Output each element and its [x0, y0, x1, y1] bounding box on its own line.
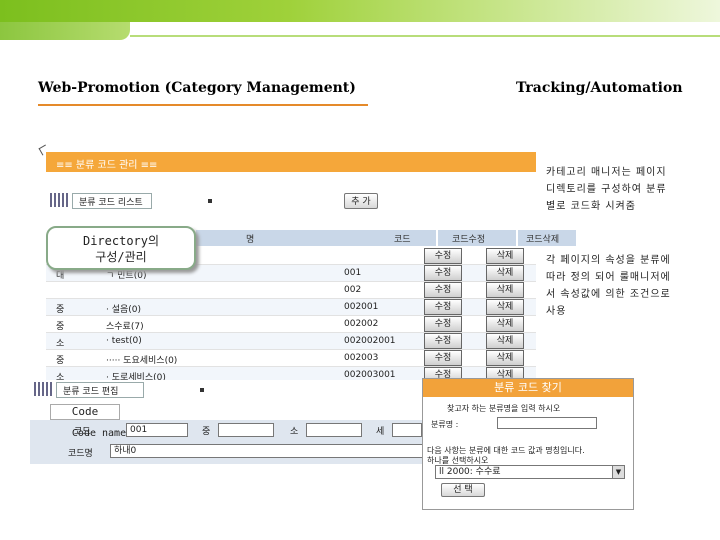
- column-code-label: 코드: [394, 235, 411, 245]
- table-row: 002 수정 삭제: [46, 282, 536, 299]
- delete-code-button[interactable]: 삭제: [486, 333, 524, 349]
- code-name-callout: Code name: [71, 428, 127, 439]
- side-note-1: 카테고리 매니저는 페이지 디렉토리를 구성하여 분류 별로 코드화 시켜줌: [546, 164, 706, 215]
- popup-field-label: 분류명 :: [431, 420, 459, 429]
- edit-dots-icon: [34, 382, 54, 396]
- edit-code-button[interactable]: 수정: [424, 316, 462, 332]
- edit-code-button[interactable]: 수정: [424, 333, 462, 349]
- delete-code-button[interactable]: 삭제: [486, 350, 524, 366]
- row-code: 002003001: [344, 370, 396, 380]
- row-name: · test(0): [106, 336, 142, 346]
- bullet-icon: [208, 199, 212, 203]
- delete-code-button[interactable]: 삭제: [486, 265, 524, 281]
- column-header-name: 명: [196, 230, 376, 246]
- mid-field-label: 중: [202, 427, 211, 437]
- row-code: 002002001: [344, 336, 396, 346]
- code-name-input[interactable]: 하내0: [110, 444, 440, 458]
- directory-callout: Directory의 구성/관리: [46, 226, 196, 270]
- add-button[interactable]: 추 가: [344, 193, 378, 209]
- edit-bullet-icon: [200, 388, 204, 392]
- edit-section-label: 분류 코드 편집: [56, 382, 144, 398]
- left-title-text: Web-Promotion (Category Management): [38, 80, 356, 96]
- side-note-1-line: 별로 코드화 시켜줌: [546, 201, 636, 212]
- fine-field-label: 세: [376, 427, 385, 437]
- side-note-2-line: 따라 정의 되어 룰매니저에: [546, 272, 671, 283]
- popup-code-select[interactable]: ll 2000: 수수료 ▼: [435, 465, 625, 479]
- side-note-2: 각 페이지의 속성을 분류에 따라 정의 되어 룰매니저에 서 속성값에 의한 …: [546, 252, 706, 320]
- delete-code-button[interactable]: 삭제: [486, 248, 524, 264]
- table-row: 중 스수료(7) 002002 수정 삭제: [46, 316, 536, 333]
- table-row: 중 ····· 도요세비스(0) 002003 수정 삭제: [46, 350, 536, 367]
- panel-bar-title: ≡≡ 분류 코드 관리 ≡≡: [56, 160, 158, 171]
- edit-code-button[interactable]: 수정: [424, 248, 462, 264]
- directory-callout-text: Directory의 구성/관리: [82, 234, 160, 264]
- delete-code-button[interactable]: 삭제: [486, 316, 524, 332]
- popup-instruction: 찾고자 하는 분류명을 입력 하시오: [447, 404, 561, 413]
- page-title-left: Web-Promotion (Category Management): [38, 80, 368, 106]
- side-note-2-line: 사용: [546, 306, 567, 317]
- fine-code-input[interactable]: [392, 423, 422, 437]
- list-dots-icon: [50, 193, 70, 207]
- popup-select-button[interactable]: 선 택: [441, 483, 485, 497]
- delete-code-button[interactable]: 삭제: [486, 299, 524, 315]
- small-field-label: 소: [290, 427, 299, 437]
- popup-select-value: ll 2000: 수수료: [439, 467, 501, 477]
- row-code: 002003: [344, 353, 379, 363]
- right-title-text: Tracking/Automation: [516, 80, 683, 96]
- column-header-code: 코드: [376, 230, 436, 246]
- list-section-label: 분류 코드 리스트: [72, 193, 152, 209]
- row-level: 중: [56, 305, 65, 315]
- row-level: 중: [56, 322, 65, 332]
- edit-code-button[interactable]: 수정: [424, 282, 462, 298]
- side-note-2-line: 서 속성값에 의한 조건으로: [546, 289, 671, 300]
- row-code: 002002: [344, 319, 379, 329]
- column-name-label: 명: [246, 235, 255, 245]
- edit-code-button[interactable]: 수정: [424, 299, 462, 315]
- mid-code-input[interactable]: [218, 423, 274, 437]
- banner-divider: [130, 35, 720, 37]
- edit-code-button[interactable]: 수정: [424, 265, 462, 281]
- chevron-down-icon[interactable]: ▼: [612, 466, 624, 478]
- side-note-2-line: 각 페이지의 속성을 분류에: [546, 255, 671, 266]
- code-search-popup: 분류 코드 찾기 찾고자 하는 분류명을 입력 하시오 분류명 : 다음 사항는…: [422, 378, 634, 510]
- column-delete-label: 코드삭제: [526, 235, 560, 245]
- name-field-label: 코드명: [68, 449, 93, 459]
- popup-title: 분류 코드 찾기: [423, 379, 633, 397]
- row-code: 002001: [344, 302, 379, 312]
- top-banner: [0, 0, 720, 22]
- delete-code-button[interactable]: 삭제: [486, 282, 524, 298]
- page-title-right: Tracking/Automation: [516, 80, 694, 106]
- row-code: 002: [344, 285, 362, 295]
- row-code: 001: [344, 268, 362, 278]
- edit-form: 코드 001 중 소 세 코드명 하내0: [30, 420, 460, 464]
- small-code-input[interactable]: [306, 423, 362, 437]
- row-name: ····· 도요세비스(0): [106, 356, 178, 366]
- code-callout: Code: [50, 404, 120, 420]
- column-edit-label: 코드수정: [452, 235, 486, 245]
- side-note-1-line: 카테고리 매니저는 페이지: [546, 167, 667, 178]
- side-note-1-line: 디렉토리를 구성하여 분류: [546, 184, 667, 195]
- column-header-delete: 코드삭제: [518, 230, 576, 246]
- column-header-edit: 코드수정: [438, 230, 516, 246]
- edit-code-button[interactable]: 수정: [424, 350, 462, 366]
- row-name: 스수료(7): [106, 322, 144, 332]
- row-level: 소: [56, 339, 65, 349]
- category-panel-bar: ≡≡ 분류 코드 관리 ≡≡: [46, 152, 536, 172]
- table-row: 소 · test(0) 002002001 수정 삭제: [46, 333, 536, 350]
- row-name: · 설음(0): [106, 305, 142, 315]
- banner-tab: [0, 22, 130, 40]
- popup-search-input[interactable]: [497, 417, 597, 429]
- row-level: 중: [56, 356, 65, 366]
- table-row: 중 · 설음(0) 002001 수정 삭제: [46, 299, 536, 316]
